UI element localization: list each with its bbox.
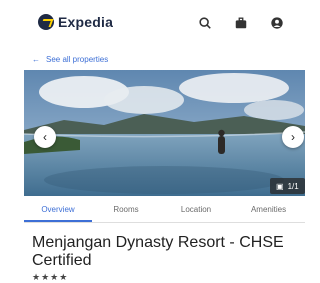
property-tabs: Overview Rooms Location Amenities bbox=[24, 202, 305, 223]
tab-rooms[interactable]: Rooms bbox=[92, 202, 160, 222]
arrow-left-icon: ← bbox=[32, 55, 40, 64]
back-link[interactable]: ← See all properties bbox=[32, 55, 108, 64]
search-icon[interactable] bbox=[198, 16, 212, 30]
top-bar: Expedia bbox=[0, 0, 306, 46]
gallery-counter: 1/1 bbox=[287, 181, 299, 191]
gallery-count-button[interactable]: ▣ 1/1 bbox=[270, 178, 305, 194]
star-rating: ★★★★ bbox=[32, 272, 69, 282]
header-actions bbox=[198, 16, 284, 30]
brand-logo[interactable]: Expedia bbox=[38, 14, 113, 30]
account-icon[interactable] bbox=[270, 16, 284, 30]
tab-amenities[interactable]: Amenities bbox=[232, 202, 305, 222]
expedia-logo-icon bbox=[38, 14, 54, 30]
tab-location[interactable]: Location bbox=[160, 202, 232, 222]
previous-image-button[interactable]: ‹ bbox=[34, 126, 56, 148]
image-icon: ▣ bbox=[276, 181, 284, 191]
property-title: Menjangan Dynasty Resort - CHSE Certifie… bbox=[32, 234, 284, 269]
chevron-right-icon: › bbox=[291, 130, 295, 144]
briefcase-icon[interactable] bbox=[234, 16, 248, 30]
brand-name: Expedia bbox=[58, 14, 114, 30]
property-image-gallery[interactable]: ‹ › ▣ 1/1 bbox=[24, 70, 305, 196]
next-image-button[interactable]: › bbox=[282, 126, 304, 148]
tab-overview[interactable]: Overview bbox=[24, 202, 92, 222]
property-photo bbox=[24, 70, 305, 196]
back-link-label: See all properties bbox=[46, 55, 109, 64]
chevron-left-icon: ‹ bbox=[43, 130, 47, 144]
